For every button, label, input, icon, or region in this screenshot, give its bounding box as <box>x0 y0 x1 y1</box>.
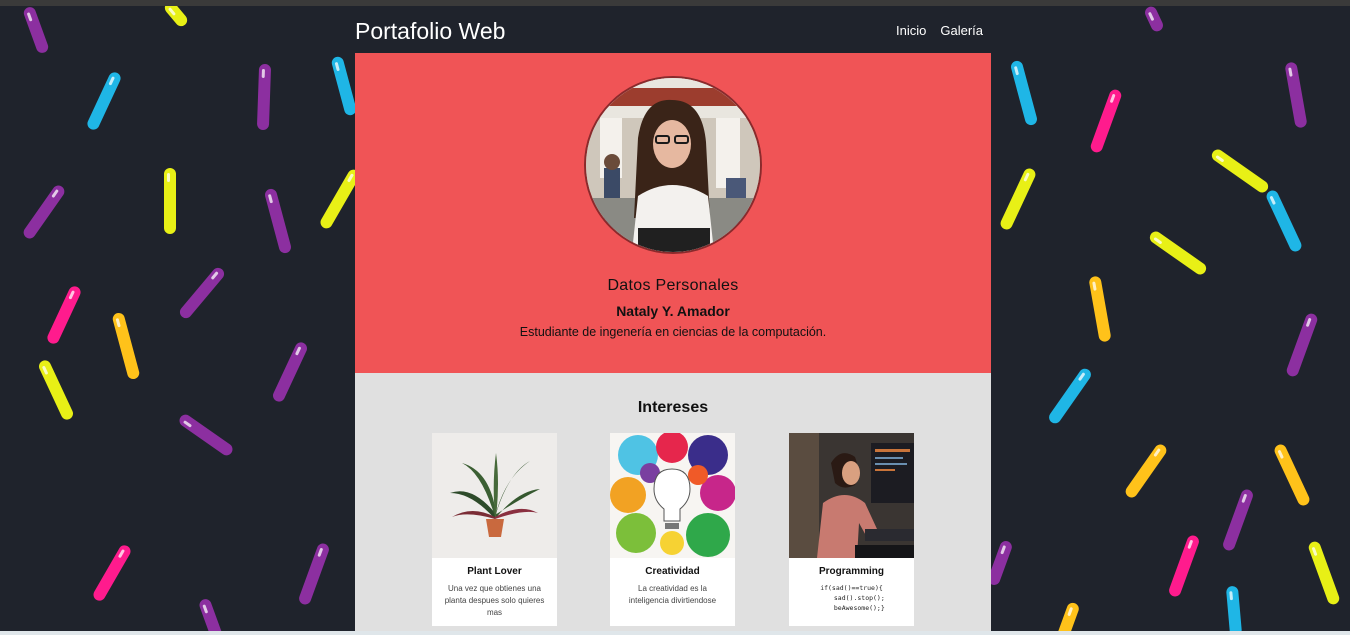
card-title-plant-lover: Plant Lover <box>467 566 522 577</box>
nav-link-inicio[interactable]: Inicio <box>896 23 926 38</box>
profile-photo <box>584 76 762 254</box>
section-title-personal-data: Datos Personales <box>607 277 739 294</box>
card-text-creatividad: La creatividad es la inteligencia divirt… <box>628 584 717 605</box>
person-description: Estudiante de ingenería en ciencias de l… <box>519 325 827 339</box>
card-title-programming: Programming <box>818 566 884 577</box>
personal-data-section: Datos Personales Nataly Y. Amador Estudi… <box>355 53 991 373</box>
programming-image <box>789 433 914 558</box>
interest-card-programming[interactable]: Programming if(sad()==true){ sad().stop(… <box>789 433 914 626</box>
interest-card-plants[interactable]: Plant Lover Una vez que obtienes una pla… <box>432 433 557 626</box>
interests-title: Intereses <box>637 399 709 416</box>
brand-link[interactable]: Portafolio Web <box>355 18 505 45</box>
navbar: Portafolio Web Inicio Galería <box>355 6 991 53</box>
interests-section: Intereses Plant Lover Una vez que obtien… <box>355 373 991 635</box>
nav-links: Inicio Galería <box>896 23 983 38</box>
card-text-plant-lover: Una vez que obtienes una planta despues … <box>444 584 545 617</box>
card-code-programming: if(sad()==true){ sad().stop(); beAwesome… <box>820 584 885 612</box>
person-name: Nataly Y. Amador <box>616 303 730 319</box>
interest-card-creativity[interactable]: Creatividad La creatividad es la intelig… <box>610 433 735 626</box>
browser-bottom-strip <box>0 631 1350 635</box>
nav-link-galeria[interactable]: Galería <box>940 23 983 38</box>
creativity-image <box>610 433 735 558</box>
card-title-creatividad: Creatividad <box>645 566 700 577</box>
plant-image <box>432 433 557 558</box>
